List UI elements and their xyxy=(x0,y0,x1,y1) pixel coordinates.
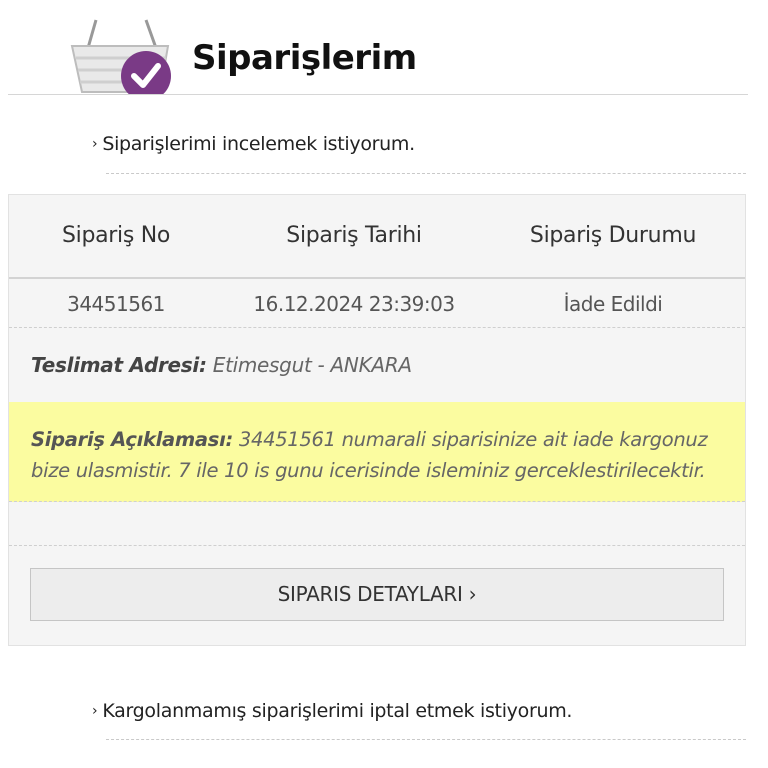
column-header-order-no: Sipariş No xyxy=(61,223,171,248)
order-description-label: Sipariş Açıklaması: xyxy=(31,428,233,451)
table-row: 34451561 16.12.2024 23:39:03 İade Edildi xyxy=(9,279,745,328)
page-title: Siparişlerim xyxy=(192,38,417,78)
review-orders-link[interactable]: › Siparişlerimi incelemek istiyorum. xyxy=(92,133,415,155)
shopping-basket-check-icon xyxy=(70,19,171,94)
divider xyxy=(106,173,746,174)
divider xyxy=(106,739,746,740)
review-orders-label: Siparişlerimi incelemek istiyorum. xyxy=(102,133,415,155)
cancel-orders-link[interactable]: › Kargolanmamış siparişlerimi iptal etmek… xyxy=(92,700,572,722)
chevron-right-icon: › xyxy=(92,703,98,719)
column-header-order-date: Sipariş Tarihi xyxy=(286,223,422,248)
order-status: İade Edildi xyxy=(563,292,663,316)
table-header: Sipariş No Sipariş Tarihi Sipariş Durumu xyxy=(9,195,745,279)
delivery-address-label: Teslimat Adresi: xyxy=(31,353,207,377)
page-header: Siparişlerim xyxy=(8,0,748,95)
order-details-button[interactable]: SIPARIS DETAYLARI › xyxy=(30,568,724,621)
order-date: 16.12.2024 23:39:03 xyxy=(253,292,455,316)
delivery-address-value: Etimesgut - ANKARA xyxy=(212,353,412,377)
column-header-order-status: Sipariş Durumu xyxy=(529,223,697,248)
chevron-right-icon: › xyxy=(92,136,98,152)
cancel-orders-label: Kargolanmamış siparişlerimi iptal etmek … xyxy=(102,700,573,722)
delivery-address: Teslimat Adresi: Etimesgut - ANKARA xyxy=(31,353,412,377)
order-description: Sipariş Açıklaması: 34451561 numarali si… xyxy=(9,402,745,502)
order-number: 34451561 xyxy=(67,292,165,316)
order-card: Sipariş No Sipariş Tarihi Sipariş Durumu… xyxy=(8,194,746,646)
divider xyxy=(9,545,745,546)
